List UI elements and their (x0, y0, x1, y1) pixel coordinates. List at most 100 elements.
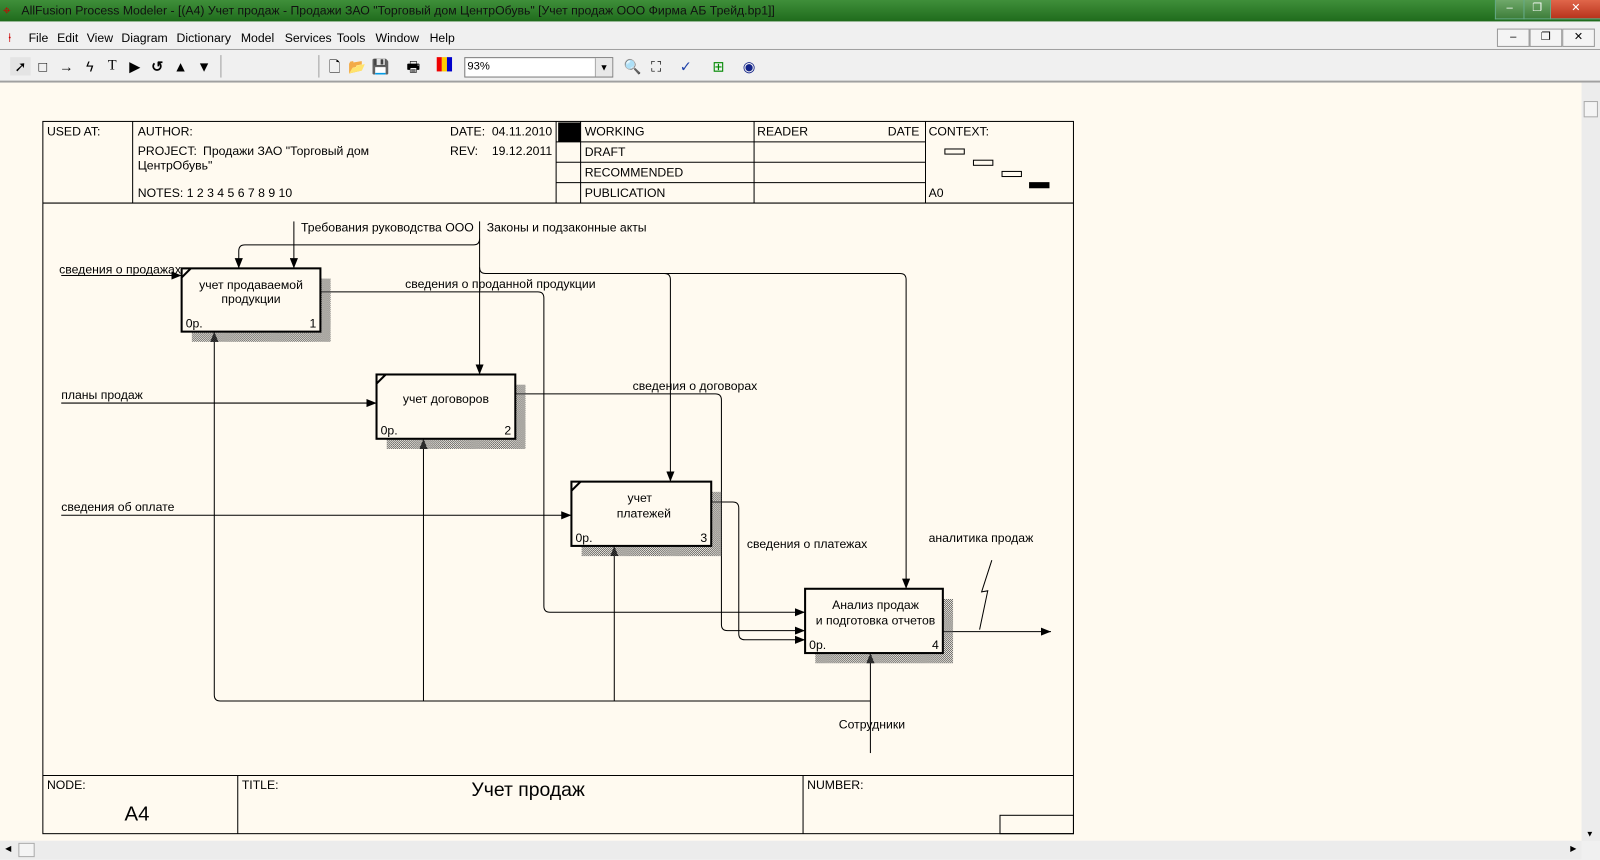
box-title-line2: и подготовка отчетов (816, 613, 936, 627)
box-number: 2 (504, 424, 511, 438)
menu-help[interactable]: Help (430, 31, 455, 45)
scroll-left-icon[interactable]: ◀ (5, 844, 11, 853)
label-sales-plans: планы продаж (61, 388, 143, 402)
node-label: NODE: (47, 778, 86, 792)
working-status-marker (558, 122, 581, 142)
menu-bar: ⍿ File Edit View Diagram Dictionary Mode… (0, 24, 1600, 50)
status-recommended: RECOMMENDED (585, 166, 684, 180)
close-button[interactable]: ✕ (1549, 0, 1600, 20)
menu-window[interactable]: Window (376, 31, 420, 45)
box-title-line2: платежей (617, 506, 671, 520)
model-explorer-icon[interactable]: ⊞ (708, 57, 728, 75)
save-icon[interactable]: 💾 (370, 57, 390, 75)
author-label: AUTHOR: (138, 125, 193, 139)
notes-label: NOTES: 1 2 3 4 5 6 7 8 9 10 (138, 186, 293, 200)
status-working: WORKING (585, 125, 645, 139)
date-value: 04.11.2010 (492, 125, 553, 139)
diagram-canvas[interactable]: USED AT: AUTHOR: PROJECT: Продажи ЗАО "Т… (0, 82, 1582, 841)
zoom-select[interactable]: 93% ▼ (464, 57, 614, 78)
menu-diagram[interactable]: Diagram (121, 31, 167, 45)
used-at-label: USED AT: (47, 125, 100, 139)
context-map (944, 148, 1050, 189)
menu-file[interactable]: File (29, 31, 49, 45)
box-tool-icon[interactable]: □ (33, 57, 53, 75)
open-folder-icon[interactable]: 📂 (347, 57, 367, 75)
box-cost: 0р. (186, 317, 203, 331)
label-payments: сведения о платежах (747, 537, 867, 551)
app-icon: ⌖ (3, 2, 11, 18)
menu-model[interactable]: Model (241, 31, 274, 45)
label-sold-products: сведения о проданной продукции (405, 277, 595, 291)
window-title: AllFusion Process Modeler - [(A4) Учет п… (21, 3, 775, 18)
print-icon[interactable]: 🖶 (403, 57, 423, 75)
label-management-reqs: Требования руководства ООО (301, 221, 474, 235)
mdi-close-button[interactable]: ✕ (1562, 28, 1595, 47)
arrow-sold-products[interactable] (320, 291, 806, 617)
mdi-minimize-button[interactable]: – (1496, 28, 1530, 47)
pointer-tool-icon[interactable]: ➚ (10, 57, 31, 76)
new-file-icon[interactable]: 🗋 (324, 57, 344, 75)
undo-icon[interactable]: ↺ (147, 57, 167, 75)
box-cost: 0р. (381, 424, 398, 438)
zoom-fit-icon[interactable]: ⛶ (646, 57, 666, 75)
spell-check-icon[interactable]: ✓ (676, 57, 696, 75)
go-down-icon[interactable]: ▼ (194, 57, 214, 75)
zoom-in-icon[interactable]: 🔍 (622, 57, 642, 75)
horizontal-scroll-thumb[interactable] (18, 842, 35, 858)
box-title-line1: Анализ продаж (832, 598, 920, 612)
arrow-laws-box3[interactable] (664, 272, 675, 482)
horizontal-scrollbar[interactable]: ◀ ▶ (0, 840, 1582, 860)
arrow-payments[interactable] (711, 501, 806, 644)
squiggle-tool-icon[interactable]: ϟ (80, 57, 100, 75)
menu-services[interactable]: Services (285, 31, 332, 45)
box-title-line1: учет (628, 491, 653, 505)
zoom-value: 93% (467, 60, 490, 73)
restore-button[interactable]: ❐ (1523, 0, 1552, 20)
chevron-down-icon[interactable]: ▼ (594, 58, 613, 77)
separator (220, 55, 222, 78)
activity-box-3[interactable]: учет платежей 0р. 3 (570, 480, 722, 557)
scroll-down-icon[interactable]: ▼ (1586, 830, 1594, 839)
project-name-line1: Продажи ЗАО "Торговый дом (203, 144, 369, 158)
activity-box-1[interactable]: учет продаваемой продукции 0р. 1 (180, 267, 331, 342)
project-label: PROJECT: (138, 144, 197, 158)
menu-tools[interactable]: Tools (337, 31, 366, 45)
box-number: 1 (310, 317, 317, 331)
idef0-diagram: USED AT: AUTHOR: PROJECT: Продажи ЗАО "Т… (42, 120, 1074, 835)
date-label: DATE: (450, 125, 485, 139)
label-analytics: аналитика продаж (929, 531, 1035, 545)
color-icon[interactable] (434, 57, 454, 75)
arrow-staff-box1[interactable] (210, 331, 871, 702)
reader-label: READER (757, 125, 808, 139)
text-tool-icon[interactable]: T (102, 57, 122, 75)
go-up-icon[interactable]: ▲ (170, 57, 190, 75)
mdi-restore-button[interactable]: ❐ (1529, 28, 1563, 47)
vertical-scrollbar[interactable]: ▼ (1581, 82, 1600, 841)
box-title-line2: продукции (221, 292, 280, 306)
activity-box-2[interactable]: учет договоров 0р. 2 (375, 373, 526, 449)
rev-label: REV: (450, 144, 478, 158)
arrow-laws-box1[interactable] (234, 238, 481, 269)
box-cost: 0р. (809, 638, 826, 652)
number-label: NUMBER: (807, 778, 863, 792)
web-globe-icon[interactable]: ◉ (739, 57, 759, 75)
title-label: TITLE: (242, 778, 279, 792)
diagram-title: Учет продаж (471, 779, 584, 801)
title-bar: ⌖ AllFusion Process Modeler - [(A4) Учет… (0, 0, 1600, 22)
minimize-button[interactable]: – (1494, 0, 1525, 20)
menu-view[interactable]: View (87, 31, 113, 45)
node-value: A4 (124, 803, 149, 825)
scroll-right-icon[interactable]: ▶ (1570, 844, 1576, 853)
arrow-tool-icon[interactable]: → (56, 57, 76, 75)
status-publication: PUBLICATION (585, 186, 666, 200)
project-name-line2: ЦентрОбувь" (138, 158, 213, 172)
menu-dictionary[interactable]: Dictionary (177, 31, 231, 45)
triangle-right-icon[interactable]: ▶ (124, 57, 144, 75)
separator (318, 55, 320, 78)
activity-box-4[interactable]: Анализ продаж и подготовка отчетов 0р. 4 (804, 587, 954, 664)
mdi-icon: ⍿ (8, 30, 12, 45)
box-cost: 0р. (576, 531, 593, 545)
menu-edit[interactable]: Edit (57, 31, 78, 45)
box-number: 4 (932, 638, 939, 652)
vertical-scroll-thumb[interactable] (1583, 101, 1598, 118)
